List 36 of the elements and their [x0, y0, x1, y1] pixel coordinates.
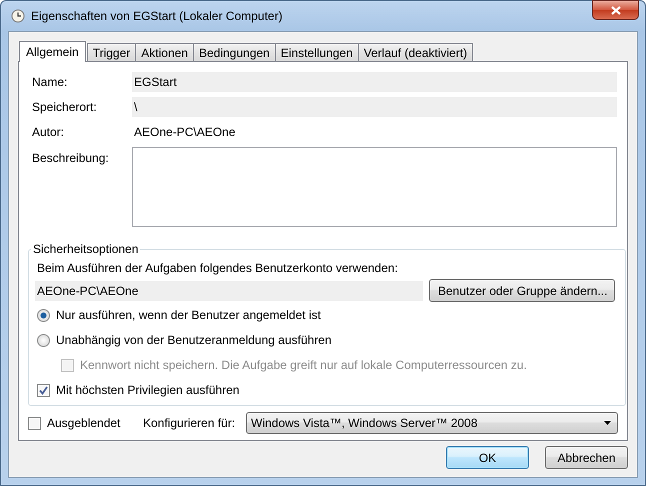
- checkbox[interactable]: [28, 416, 41, 430]
- description-field[interactable]: [132, 147, 617, 227]
- radio-button[interactable]: [37, 308, 50, 322]
- dialog-button[interactable]: OK: [446, 446, 529, 469]
- dialog-button[interactable]: Abbrechen: [545, 446, 628, 469]
- close-icon: [610, 6, 620, 14]
- option-label: Ausgeblendet: [47, 416, 120, 430]
- tab[interactable]: Verlauf (deaktiviert): [358, 43, 474, 61]
- change-user-button[interactable]: Benutzer oder Gruppe ändern...: [429, 279, 615, 302]
- tab[interactable]: Bedingungen: [192, 43, 276, 61]
- field-label: Autor:: [32, 124, 66, 138]
- dropdown-arrow-icon: [604, 421, 611, 425]
- account-field: AEOne-PC\AEOne: [35, 280, 423, 300]
- option-label: Unabhängig von der Benutzeranmeldung ausführen: [56, 333, 332, 347]
- tab[interactable]: Allgemein: [19, 41, 86, 62]
- radio-button[interactable]: [37, 334, 50, 346]
- option-label: Kennwort nicht speichern. Die Aufgabe greift nur auf lokale Computerressourcen zu.: [80, 358, 527, 372]
- close-button[interactable]: [592, 0, 639, 20]
- option-label: Nur ausführen, wenn der Benutzer angemeldet ist: [56, 308, 321, 322]
- readonly-field[interactable]: EGStart: [132, 72, 617, 92]
- group-title: Sicherheitsoptionen: [32, 242, 140, 256]
- field-label: Beschreibung:: [32, 150, 110, 165]
- readonly-field[interactable]: \: [132, 96, 617, 116]
- clock-icon: [11, 9, 25, 23]
- checkbox[interactable]: [37, 384, 50, 396]
- window-title: Eigenschaften von EGStart (Lokaler Computer): [31, 9, 282, 23]
- field-value: AEOne-PC\AEOne: [133, 124, 236, 138]
- field-label: Speicherort:: [32, 100, 98, 114]
- tab[interactable]: Aktionen: [135, 43, 194, 61]
- configure-label: Konfigurieren für:: [143, 416, 236, 430]
- tab[interactable]: Trigger: [86, 43, 136, 61]
- tab[interactable]: Einstellungen: [274, 43, 359, 61]
- account-label: Beim Ausführen der Aufgaben folgendes Benutzerkonto verwenden:: [37, 261, 399, 275]
- configure-dropdown[interactable]: Windows Vista™, Windows Server™ 2008: [246, 412, 618, 434]
- field-label: Name:: [32, 74, 68, 88]
- option-label: Mit höchsten Privilegien ausführen: [56, 383, 240, 397]
